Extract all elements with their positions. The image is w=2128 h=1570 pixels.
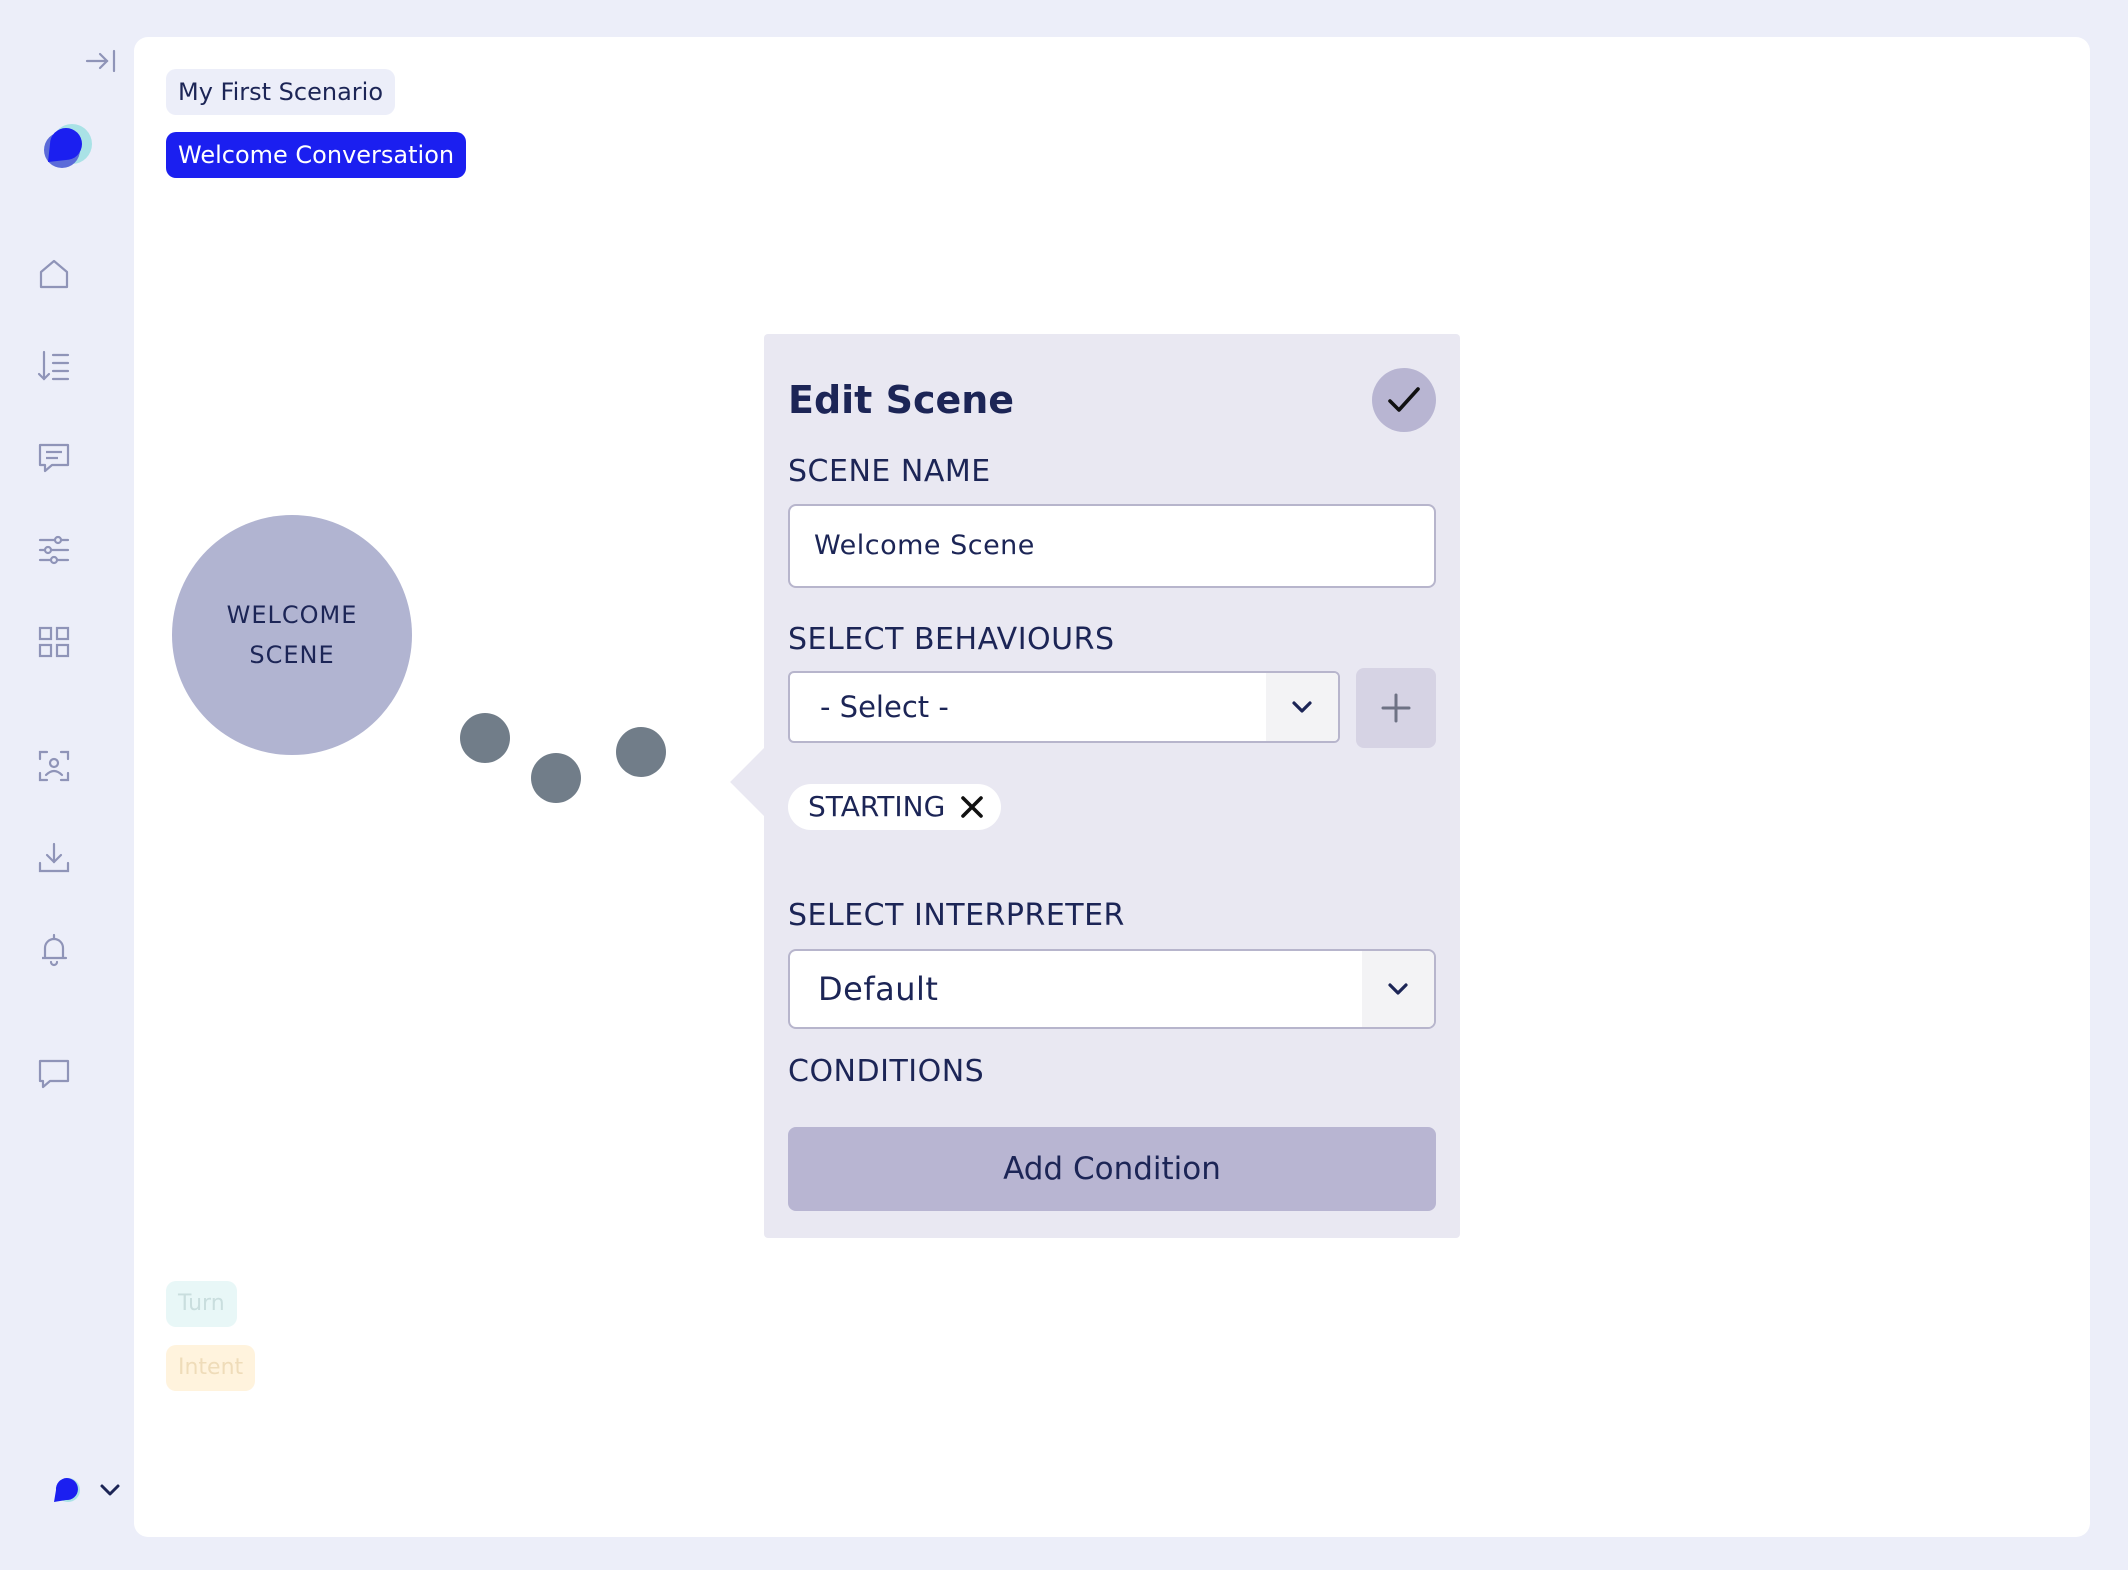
scene-node-welcome[interactable]: WELCOME SCENE <box>172 515 412 755</box>
scene-name-input[interactable]: Welcome Scene <box>788 504 1436 588</box>
scene-name-label: SCENE NAME <box>788 454 991 489</box>
interpreter-label: SELECT INTERPRETER <box>788 898 1125 933</box>
connector-dot <box>460 713 510 763</box>
panel-title: Edit Scene <box>788 378 1015 422</box>
collapse-sidebar-icon[interactable] <box>84 44 118 78</box>
sliders-icon[interactable] <box>36 532 72 568</box>
main-canvas: My First Scenario Welcome Conversation W… <box>134 37 2090 1537</box>
plus-icon <box>1381 693 1411 723</box>
chat-icon[interactable] <box>36 1056 72 1092</box>
bell-icon[interactable] <box>36 932 72 968</box>
face-scan-icon[interactable] <box>36 748 72 784</box>
add-condition-button[interactable]: Add Condition <box>788 1127 1436 1211</box>
confirm-button[interactable] <box>1372 368 1436 432</box>
sort-list-icon[interactable] <box>36 348 72 384</box>
interpreter-select[interactable]: Default <box>788 949 1436 1029</box>
sidebar <box>0 0 134 1570</box>
chevron-down-icon[interactable] <box>1362 951 1434 1027</box>
workspace-switcher[interactable] <box>48 1470 128 1510</box>
breadcrumb-conversation[interactable]: Welcome Conversation <box>166 132 467 178</box>
scene-node-label: WELCOME SCENE <box>226 601 358 669</box>
legend-turn: Turn <box>166 1281 237 1327</box>
add-behaviour-button[interactable] <box>1356 668 1436 748</box>
remove-chip-icon[interactable] <box>959 794 985 820</box>
interpreter-select-value: Default <box>818 970 939 1008</box>
behaviour-chip: STARTING <box>788 784 1002 830</box>
behaviours-select[interactable]: - Select - <box>788 671 1340 743</box>
conditions-label: CONDITIONS <box>788 1054 985 1089</box>
connector-dot <box>616 727 666 777</box>
grid-icon[interactable] <box>36 624 72 660</box>
breadcrumb-scenario[interactable]: My First Scenario <box>166 69 396 115</box>
legend-intent: Intent <box>166 1345 256 1391</box>
connector-dot <box>531 753 581 803</box>
logo-icon[interactable] <box>36 114 94 172</box>
edit-scene-panel: Edit Scene SCENE NAME Welcome Scene SELE… <box>730 334 1460 1238</box>
checkmark-icon <box>1388 387 1420 412</box>
download-icon[interactable] <box>36 840 72 876</box>
chevron-down-icon[interactable] <box>1266 673 1338 741</box>
home-icon[interactable] <box>36 256 72 292</box>
behaviours-select-value: - Select - <box>820 690 949 724</box>
behaviours-label: SELECT BEHAVIOURS <box>788 622 1115 657</box>
message-icon[interactable] <box>36 440 72 476</box>
behaviour-chip-label: STARTING <box>808 790 946 823</box>
